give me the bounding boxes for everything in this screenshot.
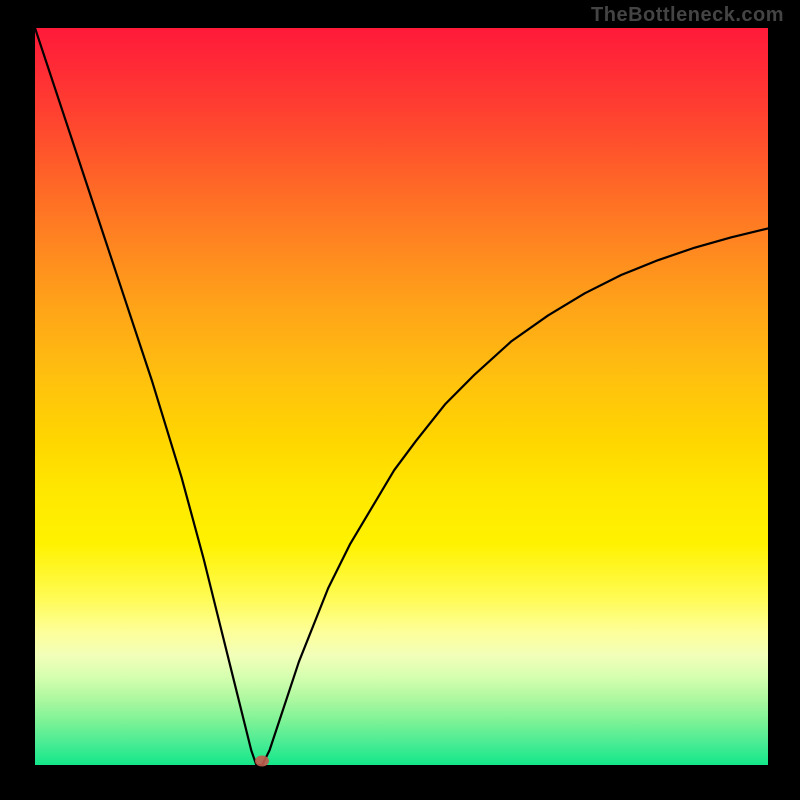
chart-container: TheBottleneck.com [0,0,800,800]
plot-area [35,28,768,765]
curve-svg [35,28,768,765]
watermark-text: TheBottleneck.com [591,4,784,27]
curve-path [35,28,768,765]
minimum-marker [255,756,269,767]
